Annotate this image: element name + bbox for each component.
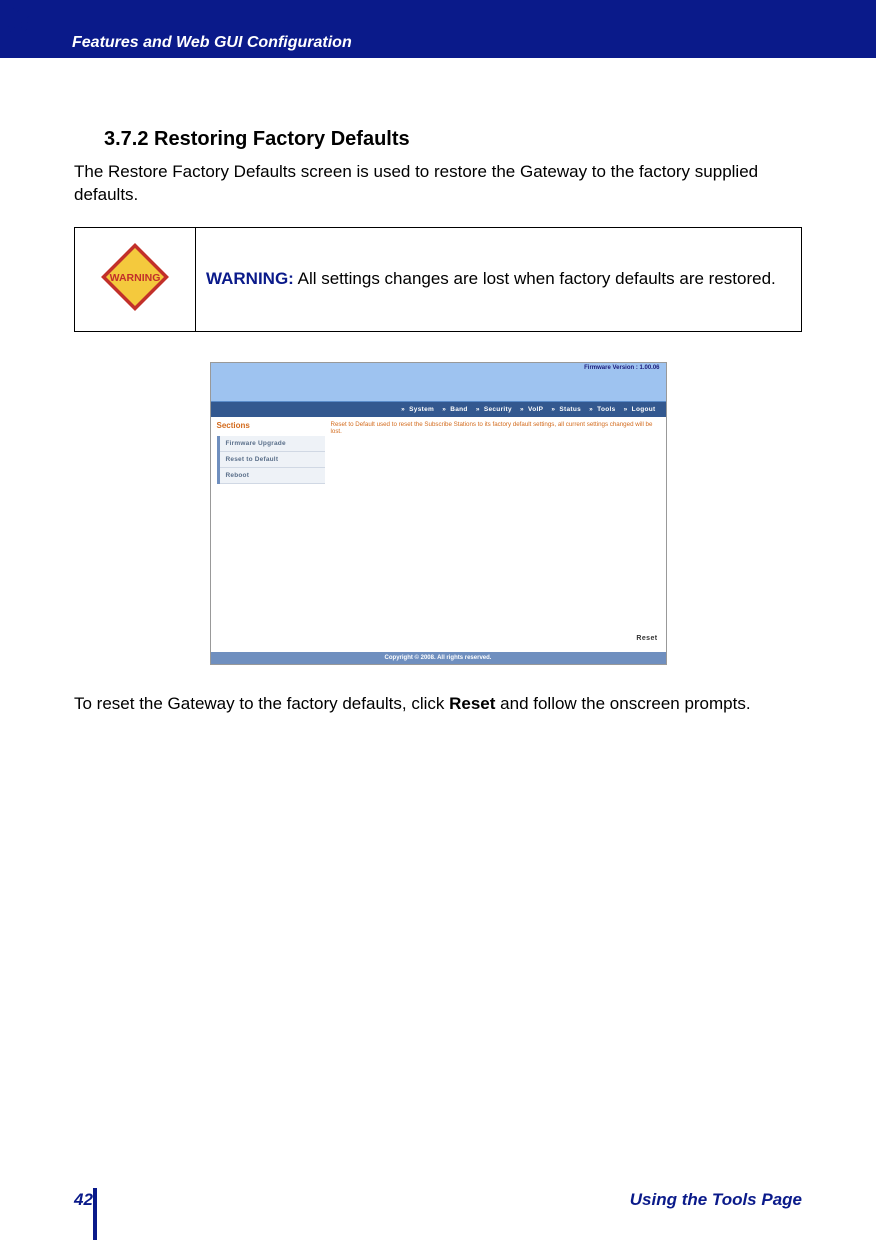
page-footer: 42 Using the Tools Page: [0, 1190, 876, 1210]
nav-item-band[interactable]: » Band: [442, 406, 469, 413]
nav-item-security[interactable]: » Security: [476, 406, 514, 413]
section-heading: 3.7.2 Restoring Factory Defaults: [104, 128, 802, 151]
post-screenshot-paragraph: To reset the Gateway to the factory defa…: [74, 693, 802, 716]
firmware-version-label: Firmware Version : 1.00.06: [584, 365, 659, 371]
warning-icon: WARNING: [100, 242, 170, 312]
warning-sign-text: WARNING: [110, 272, 161, 284]
screenshot-navbar: » System » Band » Security » VoIP » Stat…: [211, 402, 666, 417]
warning-label: WARNING:: [206, 269, 294, 288]
sidebar-item-reboot[interactable]: Reboot: [220, 468, 325, 484]
sidebar-item-reset-to-default[interactable]: Reset to Default: [220, 452, 325, 468]
footer-accent-bar: [93, 1188, 97, 1240]
footer-section-name: Using the Tools Page: [630, 1190, 802, 1210]
screenshot-topbar: Firmware Version : 1.00.06: [211, 363, 666, 402]
nav-item-status[interactable]: » Status: [551, 406, 583, 413]
main-message: Reset to Default used to reset the Subsc…: [331, 421, 660, 436]
post-text-bold: Reset: [449, 694, 495, 713]
sections-title: Sections: [217, 421, 325, 430]
banner-title: Features and Web GUI Configuration: [72, 34, 352, 52]
nav-item-voip[interactable]: » VoIP: [520, 406, 545, 413]
nav-item-system[interactable]: » System: [401, 406, 436, 413]
screenshot-main: Reset to Default used to reset the Subsc…: [325, 417, 666, 652]
screenshot-body: Sections Firmware Upgrade Reset to Defau…: [211, 417, 666, 652]
post-text-2: and follow the onscreen prompts.: [495, 694, 750, 713]
page-number: 42: [74, 1190, 93, 1210]
intro-paragraph: The Restore Factory Defaults screen is u…: [74, 161, 802, 207]
screenshot-sidebar: Sections Firmware Upgrade Reset to Defau…: [211, 417, 325, 652]
warning-text: WARNING: All settings changes are lost w…: [196, 227, 802, 331]
sidebar-item-firmware-upgrade[interactable]: Firmware Upgrade: [220, 436, 325, 452]
reset-button[interactable]: Reset: [636, 635, 657, 643]
post-text-1: To reset the Gateway to the factory defa…: [74, 694, 449, 713]
chapter-number: 3: [8, 0, 30, 40]
screenshot-copyright: Copyright © 2008. All rights reserved.: [211, 652, 666, 664]
nav-item-tools[interactable]: » Tools: [589, 406, 617, 413]
warning-message: All settings changes are lost when facto…: [294, 269, 776, 288]
page-content: 3.7.2 Restoring Factory Defaults The Res…: [0, 58, 876, 716]
nav-item-logout[interactable]: » Logout: [624, 406, 658, 413]
embedded-screenshot: Firmware Version : 1.00.06 » System » Ba…: [210, 362, 667, 665]
top-banner: Features and Web GUI Configuration: [0, 0, 876, 58]
warning-box: WARNING WARNING: All settings changes ar…: [74, 227, 802, 332]
